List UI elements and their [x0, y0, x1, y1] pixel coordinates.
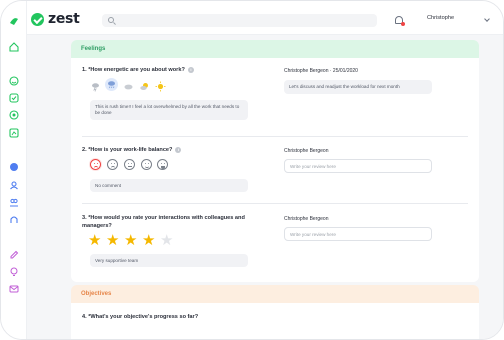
question-4: 4. *What's your objective's progress so …: [82, 314, 199, 320]
objectives-section: Objectives 4. *What's your objective's p…: [71, 285, 479, 339]
smile-icon[interactable]: [9, 73, 19, 86]
zest-logo[interactable]: zest: [31, 11, 80, 27]
bulb-icon[interactable]: [9, 264, 19, 276]
very-happy-smiley-icon[interactable]: [157, 159, 168, 170]
group-icon[interactable]: [9, 194, 19, 207]
star-filled-icon[interactable]: ★: [106, 233, 119, 248]
question-1-text: 1. *How energetic are you about work?: [82, 67, 185, 73]
app-logo-icon[interactable]: [9, 13, 19, 25]
question-3-line-2: managers?: [82, 223, 112, 229]
feelings-section: Feelings 1. *How energetic are you about…: [71, 39, 479, 282]
answer-3: Very supportive team: [90, 254, 248, 267]
answer-1: This is rush time!! I feel a lot overwhe…: [90, 100, 248, 120]
star-filled-icon[interactable]: ★: [124, 233, 137, 248]
answer-2: No comment: [90, 179, 248, 192]
sidebar-rail: [1, 1, 27, 339]
app-window: zest Christophe Feelings 1. *How energet…: [0, 0, 504, 340]
chart-icon[interactable]: [9, 125, 19, 138]
mail-icon[interactable]: [9, 281, 19, 293]
question-2-text: 2. *How is your work-life balance?: [82, 147, 173, 153]
review-input-2[interactable]: Write your review here: [284, 159, 432, 173]
star-filled-icon[interactable]: ★: [88, 233, 101, 248]
check-icon[interactable]: [9, 90, 19, 103]
search-icon: [108, 17, 114, 23]
star-empty-icon[interactable]: ★: [160, 233, 173, 248]
neutral-smiley-icon[interactable]: [124, 159, 135, 170]
feelings-section-title: Feelings: [71, 40, 479, 58]
review-input-3[interactable]: Write your review here: [284, 227, 432, 241]
org-icon[interactable]: [9, 211, 19, 223]
circle-icon[interactable]: [9, 159, 19, 171]
main-content: Feelings 1. *How energetic are you about…: [27, 35, 503, 339]
home-icon[interactable]: [9, 39, 19, 52]
partly-sunny-icon[interactable]: [139, 79, 150, 90]
rain-icon[interactable]: [105, 78, 118, 91]
reviewer-1: Christophe Bergeon · 25/01/2020: [284, 68, 358, 74]
search-input[interactable]: [102, 14, 377, 27]
star-filled-icon[interactable]: ★: [142, 233, 155, 248]
people-icon[interactable]: [9, 177, 19, 190]
question-3: 3. *How would you rate your interactions…: [82, 214, 245, 230]
very-sad-smiley-icon[interactable]: [90, 159, 101, 170]
divider: [82, 136, 468, 137]
user-name[interactable]: Christophe: [427, 15, 454, 21]
objectives-card: 4. *What's your objective's progress so …: [71, 303, 479, 339]
feelings-card: 1. *How energetic are you about work?i: [71, 58, 479, 282]
cloud-icon[interactable]: [123, 79, 134, 90]
reviewer-2: Christophe Bergeon: [284, 148, 329, 154]
review-1[interactable]: Let's discuss and readjust the workload …: [284, 80, 432, 94]
info-icon[interactable]: i: [175, 146, 182, 153]
zest-logo-icon: [31, 12, 44, 26]
happy-smiley-icon[interactable]: [141, 159, 152, 170]
reviewer-3: Christophe Bergeon: [284, 216, 329, 222]
storm-icon[interactable]: [90, 79, 101, 92]
target-icon[interactable]: [9, 107, 19, 120]
objectives-section-title: Objectives: [71, 285, 479, 303]
logo-text: zest: [48, 11, 80, 27]
question-2: 2. *How is your work-life balance? i: [82, 146, 182, 154]
divider: [82, 203, 468, 204]
question-1: 1. *How energetic are you about work? i: [82, 66, 194, 74]
edit-icon[interactable]: [9, 247, 19, 259]
notification-badge: [401, 22, 405, 26]
sad-smiley-icon[interactable]: [107, 159, 118, 170]
info-icon[interactable]: i: [187, 66, 194, 73]
sun-icon[interactable]: [155, 79, 166, 92]
question-3-line-1: 3. *How would you rate your interactions…: [82, 215, 245, 221]
